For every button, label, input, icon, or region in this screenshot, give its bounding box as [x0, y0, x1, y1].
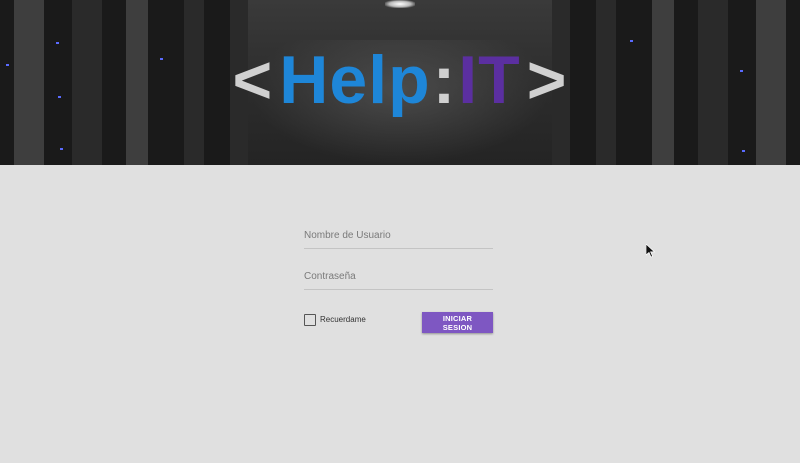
- username-field-wrapper: [304, 222, 493, 249]
- login-button[interactable]: INICIAR SESION: [422, 312, 493, 333]
- password-input[interactable]: [304, 263, 493, 289]
- form-actions-row: Recuerdame INICIAR SESION: [304, 312, 493, 334]
- remember-checkbox[interactable]: [304, 314, 316, 326]
- remember-label[interactable]: Recuerdame: [320, 315, 366, 324]
- server-led: [60, 148, 63, 150]
- logo-word-help: Help: [279, 42, 431, 118]
- password-field-wrapper: [304, 263, 493, 290]
- logo-word-it: IT: [458, 42, 521, 118]
- server-led: [742, 150, 745, 152]
- login-form: Recuerdame INICIAR SESION: [304, 222, 493, 333]
- logo-close-bracket: >: [526, 42, 568, 118]
- logo-colon: :: [432, 42, 457, 118]
- header-banner: < Help : IT >: [0, 0, 800, 165]
- logo-open-bracket: <: [232, 42, 274, 118]
- username-input[interactable]: [304, 222, 493, 248]
- helpit-logo: < Help : IT >: [0, 40, 800, 120]
- ceiling-light: [385, 0, 415, 8]
